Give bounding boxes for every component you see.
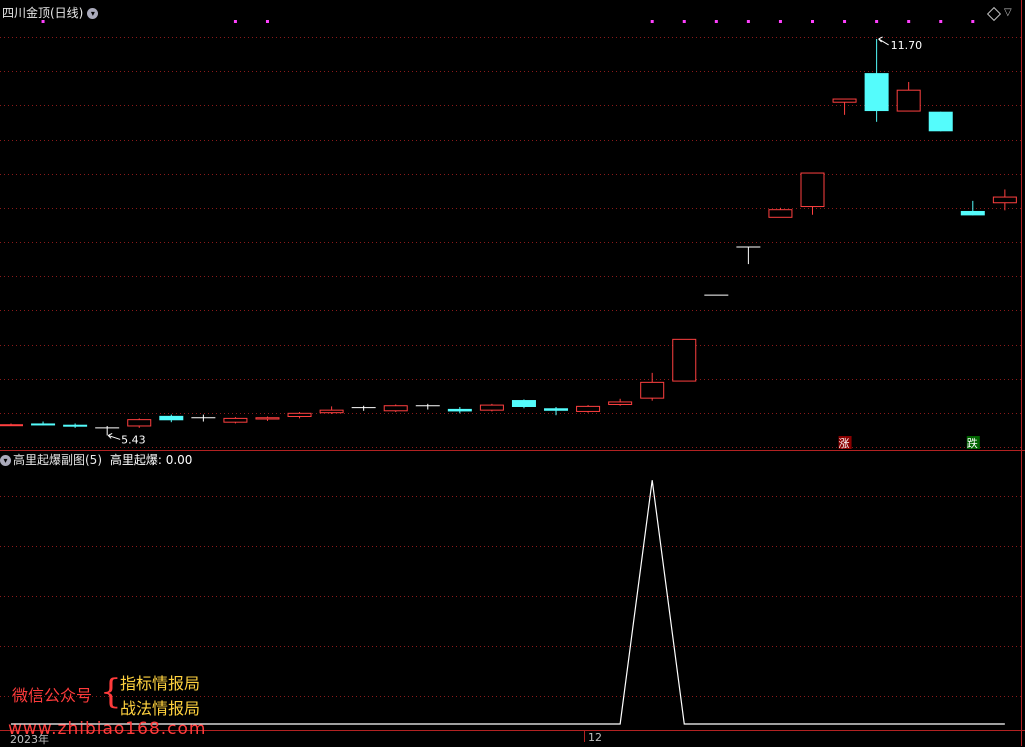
signal-dot bbox=[843, 20, 846, 23]
watermark-top-text: 指标情报局 bbox=[120, 670, 200, 694]
signal-dot bbox=[907, 20, 910, 23]
indicator-label: 高里起爆 bbox=[110, 453, 158, 467]
candle-body bbox=[993, 197, 1016, 203]
sub-panel-header: ▾高里起爆副图(5) 高里起爆: 0.00 bbox=[0, 453, 192, 467]
signal-dot bbox=[939, 20, 942, 23]
signal-dot bbox=[811, 20, 814, 23]
chevron-down-icon[interactable]: ▾ bbox=[87, 8, 98, 19]
candle-body bbox=[641, 382, 664, 398]
zhang-marker: 涨 bbox=[839, 437, 850, 450]
signal-dot bbox=[266, 20, 269, 23]
signal-dot bbox=[651, 20, 654, 23]
candle-body bbox=[929, 112, 953, 132]
signal-dot bbox=[747, 20, 750, 23]
candle-body bbox=[63, 425, 87, 427]
signal-dot bbox=[971, 20, 974, 23]
candle-body bbox=[801, 173, 824, 207]
candle-body bbox=[256, 418, 279, 419]
candle-body bbox=[448, 409, 472, 412]
indicator-value: 0.00 bbox=[166, 453, 193, 467]
chevron-down-icon[interactable]: ▾ bbox=[0, 455, 11, 466]
watermark-wechat-label: 微信公众号 bbox=[12, 682, 92, 706]
sub-panel-title: 高里起爆副图(5) bbox=[13, 453, 102, 467]
candle-body bbox=[159, 416, 183, 420]
watermark-brace: { bbox=[100, 672, 122, 712]
candle-body bbox=[224, 418, 247, 422]
candle-body bbox=[769, 210, 792, 218]
candle-body bbox=[320, 410, 343, 413]
main-panel-title: 四川金顶(日线) bbox=[2, 6, 83, 20]
candle-body bbox=[31, 423, 55, 425]
candle-body bbox=[544, 408, 568, 411]
signal-dot bbox=[234, 20, 237, 23]
candle-body bbox=[0, 425, 23, 426]
watermark-bottom-text: 战法情报局 bbox=[120, 695, 200, 719]
high-price-label: 11.70 bbox=[891, 39, 923, 52]
candle-body bbox=[673, 339, 696, 381]
candle-body bbox=[609, 402, 632, 405]
chevron-down-icon[interactable]: ▽ bbox=[1004, 7, 1012, 18]
candle-body bbox=[128, 420, 151, 426]
candle-body bbox=[512, 400, 536, 407]
x-axis-month-label: 12 bbox=[588, 731, 602, 744]
signal-dot bbox=[683, 20, 686, 23]
die-marker: 跌 bbox=[967, 436, 978, 450]
signal-dot bbox=[42, 20, 45, 23]
low-price-label: 5.43 bbox=[121, 433, 145, 446]
candle-body bbox=[384, 406, 407, 411]
candle-body bbox=[865, 73, 889, 111]
candle-body bbox=[288, 413, 311, 416]
candle-body bbox=[961, 211, 985, 215]
candle-body bbox=[577, 406, 600, 411]
signal-dot bbox=[779, 20, 782, 23]
candle-body bbox=[480, 405, 503, 410]
signal-dot bbox=[875, 20, 878, 23]
kline-chart-canvas[interactable]: 11.70 5.43 涨 跌 bbox=[0, 0, 1025, 746]
x-axis-year-label: 2023年 bbox=[10, 731, 49, 747]
candle-body bbox=[833, 99, 856, 102]
main-panel-header: 四川金顶(日线) ▾ bbox=[2, 6, 98, 20]
candle-body bbox=[897, 90, 920, 111]
signal-dot bbox=[715, 20, 718, 23]
